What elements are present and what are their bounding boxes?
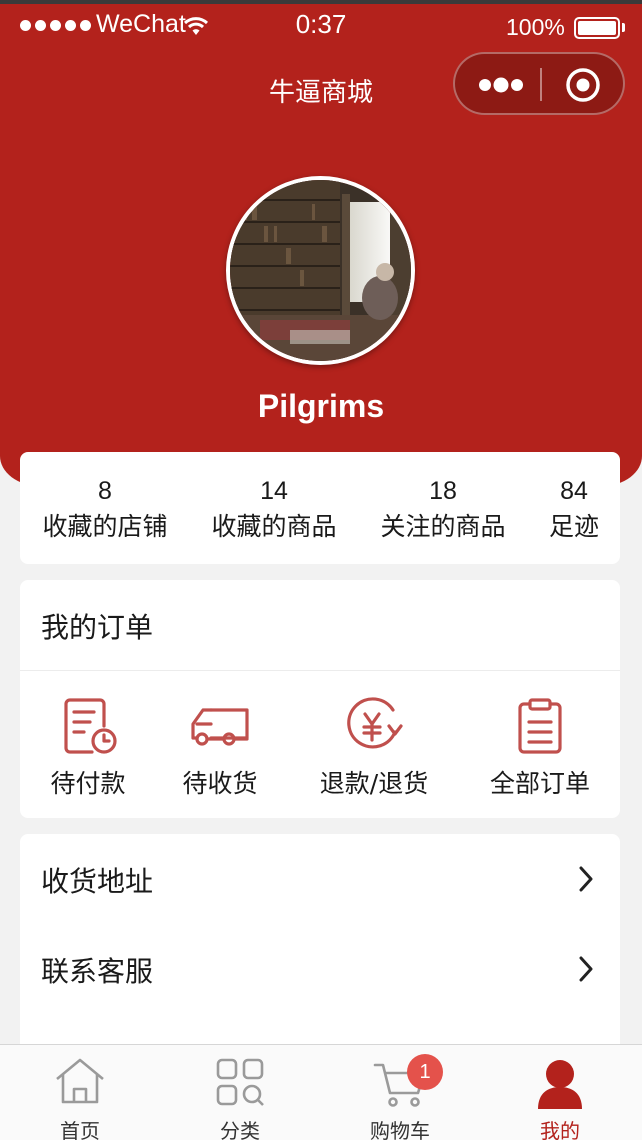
refund-yen-icon xyxy=(347,697,403,749)
order-label: 待付款 xyxy=(50,769,126,798)
orders-card: 我的订单 待付款 待收货 退款/退货 全部订单 xyxy=(20,580,620,818)
tab-mine[interactable]: 我的 xyxy=(480,1045,640,1140)
stat-favorite-products[interactable]: 14 收藏的商品 xyxy=(209,474,339,546)
order-refund-return[interactable]: 退款/退货 xyxy=(308,696,440,800)
tab-category[interactable]: 分类 xyxy=(160,1045,320,1140)
status-bar: WeChat 0:37 100% xyxy=(0,6,642,46)
clipboard-icon xyxy=(518,698,562,754)
menu-item-customer-service[interactable]: 联系客服 xyxy=(20,924,620,1014)
tab-home[interactable]: 首页 xyxy=(0,1045,160,1140)
delivery-truck-icon xyxy=(191,708,249,746)
category-icon xyxy=(216,1058,264,1106)
stat-count: 84 xyxy=(560,477,588,505)
cart-badge: 1 xyxy=(407,1054,443,1090)
menu-item-label: 收货地址 xyxy=(41,865,154,898)
tab-label: 分类 xyxy=(220,1119,260,1140)
stat-label: 足迹 xyxy=(548,512,599,541)
order-label: 待收货 xyxy=(182,769,258,798)
order-pending-receipt[interactable]: 待收货 xyxy=(170,696,270,800)
username: Pilgrims xyxy=(257,388,385,424)
stats-card: 8 收藏的店铺 14 收藏的商品 18 关注的商品 84 足迹 xyxy=(20,452,620,564)
orders-divider xyxy=(20,670,620,671)
more-dots-icon[interactable] xyxy=(477,76,525,94)
home-icon xyxy=(56,1058,104,1104)
order-pending-payment[interactable]: 待付款 xyxy=(38,696,138,800)
battery-percentage: 100% xyxy=(506,14,565,40)
tab-label: 购物车 xyxy=(370,1119,430,1140)
order-all[interactable]: 全部订单 xyxy=(480,696,600,800)
stat-footprints[interactable]: 84 足迹 xyxy=(544,474,604,546)
tab-bar: 首页 分类 1 购物车 我的 xyxy=(0,1044,642,1140)
menu-card: 收货地址 联系客服 xyxy=(20,834,620,1064)
stat-followed-products[interactable]: 18 关注的商品 xyxy=(378,474,508,546)
stat-favorite-shops[interactable]: 8 收藏的店铺 xyxy=(40,474,170,546)
tab-label: 我的 xyxy=(540,1119,580,1140)
chevron-right-icon xyxy=(579,956,593,982)
tab-cart[interactable]: 1 购物车 xyxy=(320,1045,480,1140)
pending-payment-icon xyxy=(64,698,117,754)
avatar[interactable] xyxy=(226,176,415,365)
user-icon xyxy=(538,1060,582,1109)
capsule-divider xyxy=(540,68,542,101)
battery-tip xyxy=(622,23,625,32)
menu-item-shipping-address[interactable]: 收货地址 xyxy=(20,834,620,924)
tab-label: 首页 xyxy=(60,1119,100,1140)
stat-count: 18 xyxy=(429,477,457,505)
chevron-right-icon xyxy=(579,866,593,892)
orders-title[interactable]: 我的订单 xyxy=(41,606,153,646)
avatar-library-photo xyxy=(230,180,411,361)
stat-label: 收藏的商品 xyxy=(211,512,337,541)
stat-count: 8 xyxy=(98,477,112,505)
menu-item-label: 联系客服 xyxy=(41,955,154,988)
battery-icon xyxy=(574,17,620,39)
stat-count: 14 xyxy=(260,477,288,505)
close-target-icon[interactable] xyxy=(565,67,601,103)
order-label: 退款/退货 xyxy=(319,769,429,798)
order-label: 全部订单 xyxy=(489,769,590,798)
stat-label: 收藏的店铺 xyxy=(42,512,168,541)
mini-program-capsule xyxy=(453,52,625,115)
stat-label: 关注的商品 xyxy=(380,512,506,541)
